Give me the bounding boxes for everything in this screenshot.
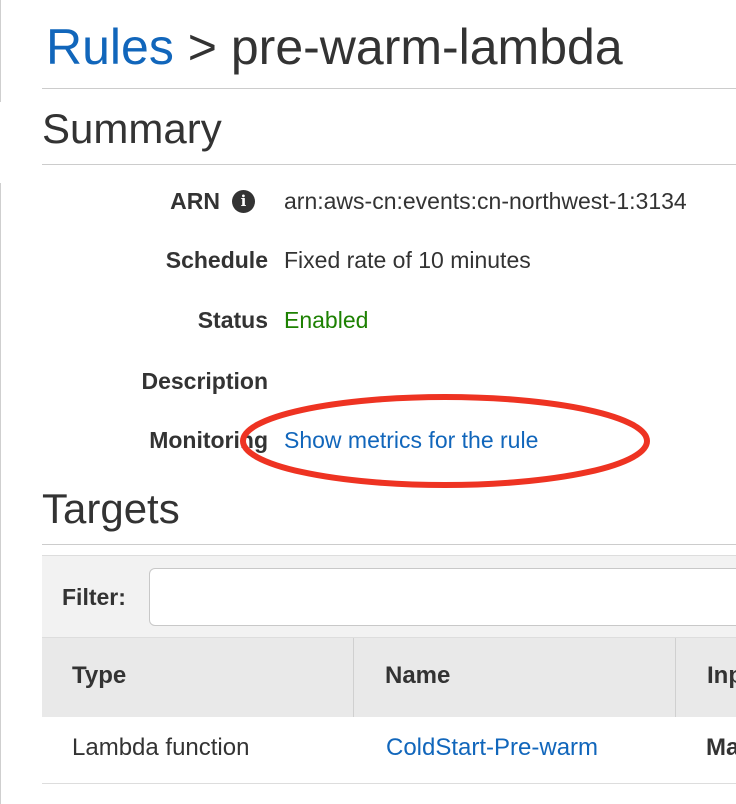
left-panel-edge: [0, 0, 1, 102]
summary-row-schedule: Schedule Fixed rate of 10 minutes: [0, 242, 736, 278]
arn-label: ARN: [170, 188, 220, 214]
divider: [42, 164, 736, 165]
column-divider[interactable]: [353, 638, 354, 718]
schedule-label: Schedule: [165, 247, 268, 273]
targets-filter-bar: Filter:: [42, 555, 736, 638]
summary-row-monitoring: Monitoring Show metrics for the rule: [0, 422, 736, 458]
divider: [42, 88, 736, 89]
column-header-type[interactable]: Type: [72, 638, 126, 718]
schedule-value: Fixed rate of 10 minutes: [284, 247, 531, 273]
summary-row-description: Description: [0, 363, 736, 399]
column-header-name[interactable]: Name: [385, 638, 450, 718]
page-title: Rules > pre-warm-lambda: [46, 16, 623, 78]
targets-table-header: Type Name Inp: [42, 637, 736, 719]
arn-value: arn:aws-cn:events:cn-northwest-1:3134: [284, 188, 687, 214]
target-name-link[interactable]: ColdStart-Pre-warm: [386, 717, 598, 779]
breadcrumb-rules-link[interactable]: Rules: [46, 19, 174, 75]
column-header-input[interactable]: Inp: [707, 638, 736, 718]
summary-row-arn: ARN i arn:aws-cn:events:cn-northwest-1:3…: [0, 183, 736, 219]
breadcrumb-separator: >: [187, 19, 217, 75]
status-value: Enabled: [284, 307, 369, 333]
filter-label: Filter:: [62, 584, 126, 610]
rule-name: pre-warm-lambda: [230, 19, 623, 75]
targets-heading: Targets: [42, 485, 180, 532]
status-label: Status: [197, 307, 268, 333]
rule-detail-page: Rules > pre-warm-lambda Summary ARN i ar…: [0, 0, 736, 804]
monitoring-label: Monitoring: [149, 427, 268, 453]
target-input: Ma: [706, 734, 736, 761]
show-metrics-link[interactable]: Show metrics for the rule: [284, 422, 538, 458]
table-row[interactable]: Lambda function ColdStart-Pre-warm Ma: [42, 717, 736, 784]
info-circle-icon[interactable]: i: [232, 190, 255, 213]
target-type: Lambda function: [72, 734, 250, 761]
filter-input[interactable]: [149, 568, 736, 626]
divider: [42, 544, 736, 545]
summary-row-status: Status Enabled: [0, 302, 736, 338]
summary-heading: Summary: [42, 105, 222, 152]
description-label: Description: [141, 368, 268, 394]
column-divider[interactable]: [675, 638, 676, 718]
